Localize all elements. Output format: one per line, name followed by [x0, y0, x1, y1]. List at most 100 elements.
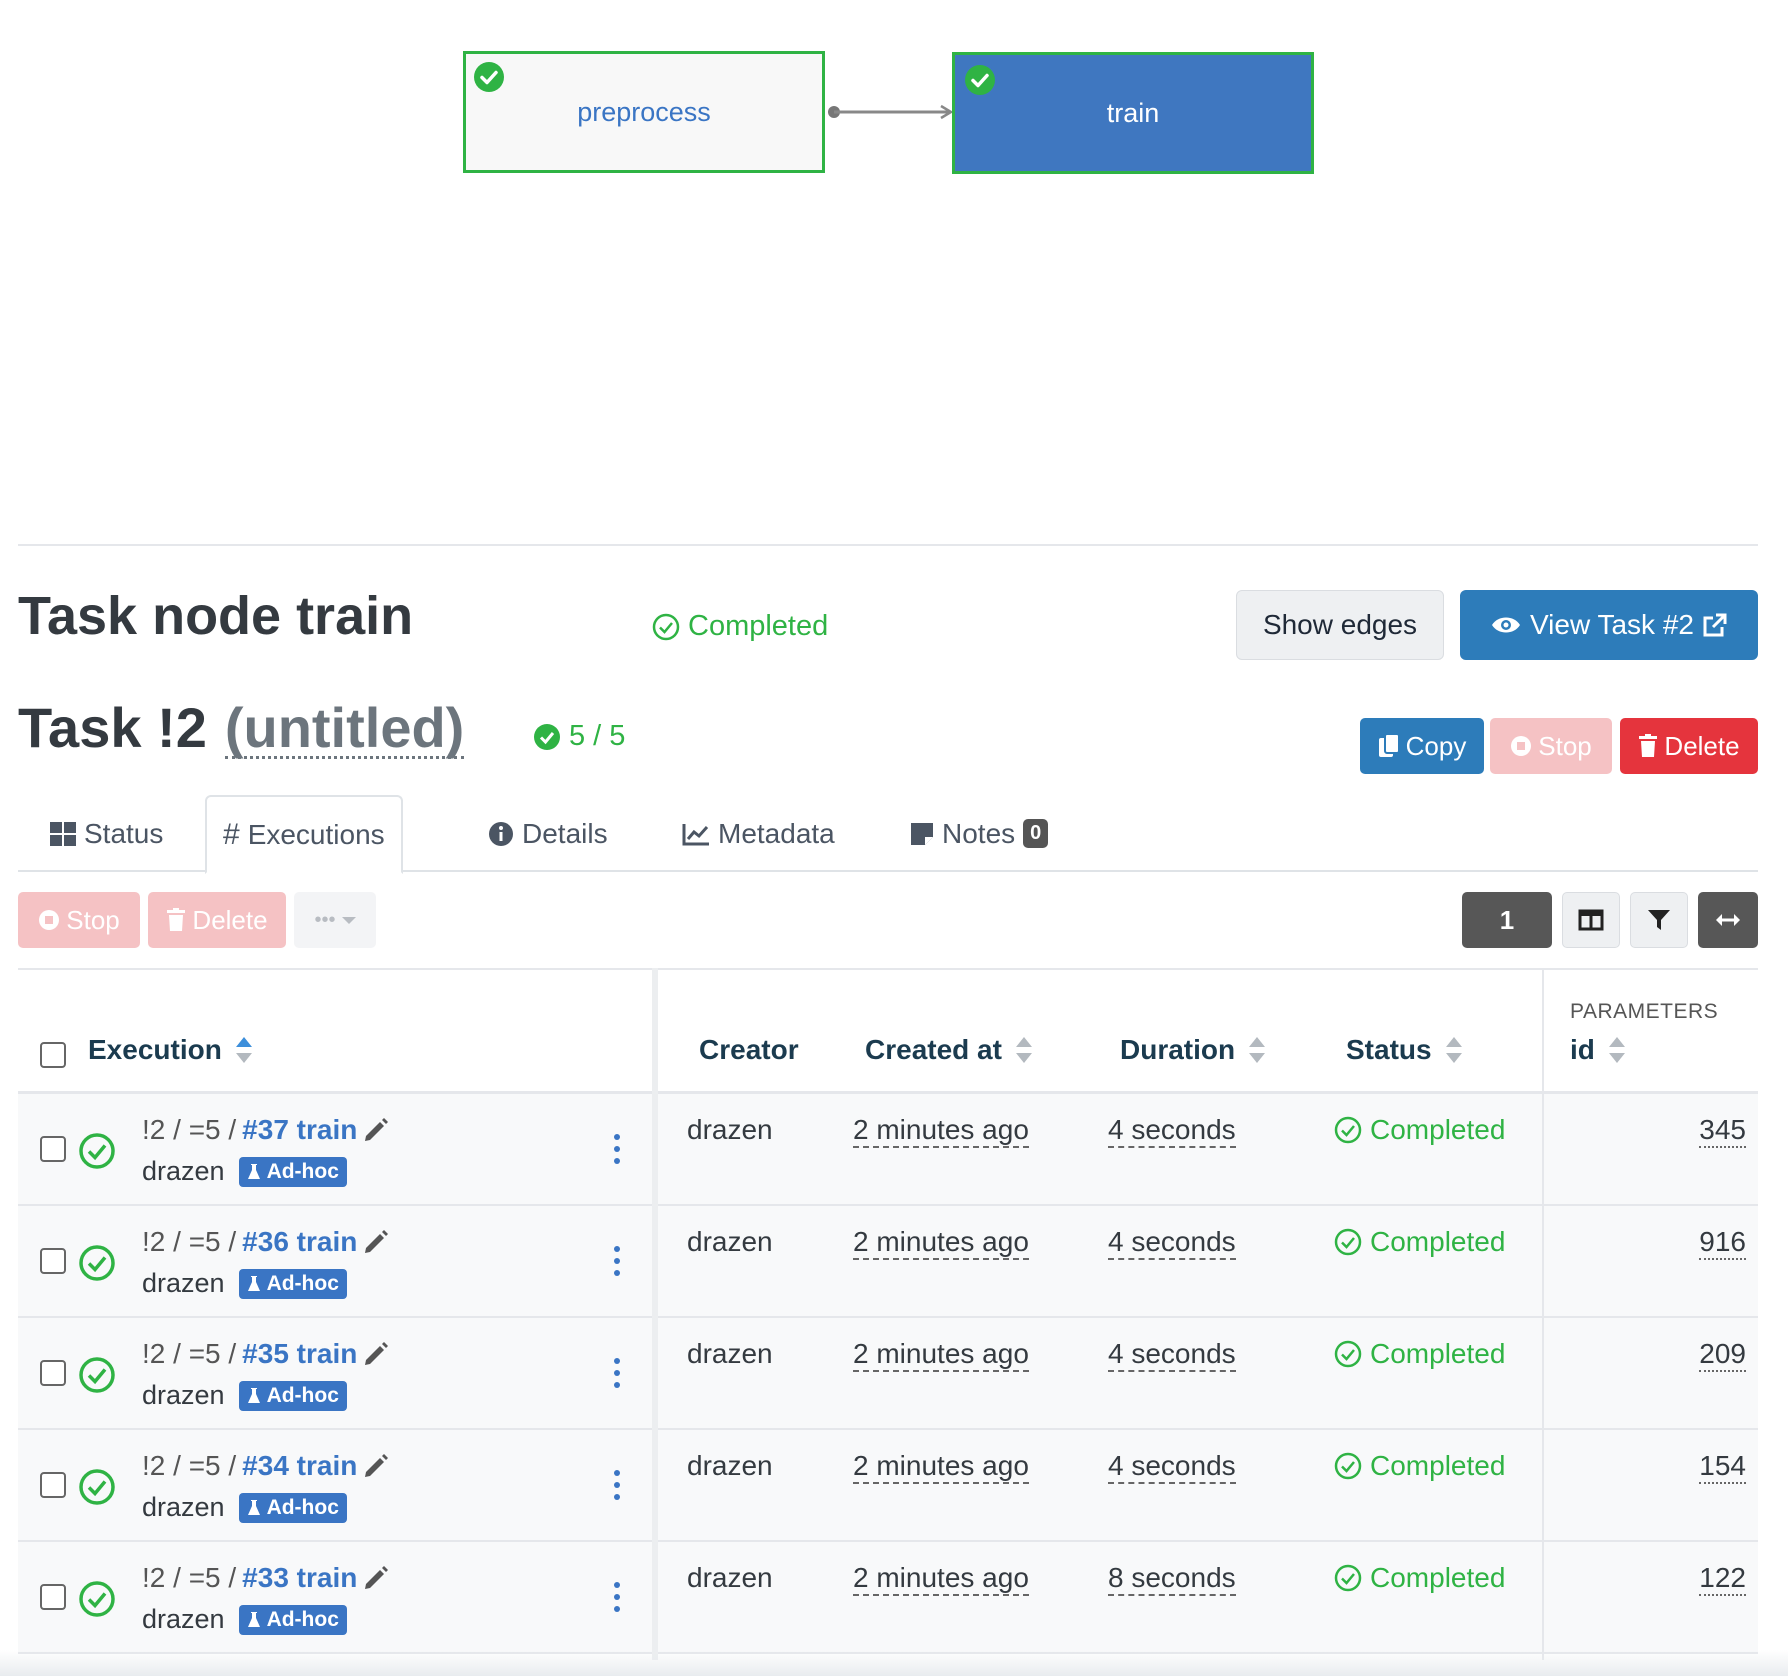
row-menu-icon[interactable]	[614, 1134, 620, 1164]
filter-button[interactable]	[1630, 892, 1688, 948]
notes-count-badge: 0	[1023, 819, 1049, 848]
copy-icon	[1378, 733, 1400, 757]
duration-cell: 4 seconds	[1108, 1338, 1236, 1372]
pencil-icon[interactable]	[363, 1565, 389, 1591]
pencil-icon[interactable]	[363, 1229, 389, 1255]
row-menu-icon[interactable]	[614, 1246, 620, 1276]
pencil-icon[interactable]	[363, 1117, 389, 1143]
columns-icon	[1578, 909, 1604, 931]
status-cell: Completed	[1334, 1114, 1505, 1146]
tab-notes[interactable]: Notes 0	[894, 795, 1064, 872]
stop-button[interactable]: Stop	[1490, 718, 1612, 774]
table-row[interactable]: !2 / =5 / #35 train drazen Ad-hoc drazen…	[18, 1318, 1758, 1430]
dag-node-train[interactable]: train	[952, 52, 1314, 174]
show-edges-button[interactable]: Show edges	[1236, 590, 1444, 660]
status-cell: Completed	[1334, 1226, 1505, 1258]
flask-icon	[247, 1499, 260, 1515]
execution-meta: drazen Ad-hoc	[142, 1380, 347, 1411]
param-id-cell[interactable]: 154	[1699, 1450, 1746, 1484]
tab-metadata[interactable]: Metadata	[666, 795, 851, 872]
bulk-stop-button[interactable]: Stop	[18, 892, 140, 948]
more-actions-button[interactable]: •••	[294, 892, 376, 948]
dag-node-preprocess[interactable]: preprocess	[463, 51, 825, 173]
view-task-button[interactable]: View Task #2	[1460, 590, 1758, 660]
table-row[interactable]: !2 / =5 / #34 train drazen Ad-hoc drazen…	[18, 1430, 1758, 1542]
header-created-at[interactable]: Created at	[865, 1034, 1032, 1066]
status-label: Completed	[1370, 1226, 1506, 1257]
row-menu-icon[interactable]	[614, 1582, 620, 1612]
created-at-cell: 2 minutes ago	[853, 1226, 1029, 1260]
pipeline-graph[interactable]: preprocess train	[0, 0, 1788, 545]
row-checkbox[interactable]	[40, 1248, 66, 1274]
table-row[interactable]: !2 / =5 / #36 train drazen Ad-hoc drazen…	[18, 1206, 1758, 1318]
execution-link[interactable]: #37 train	[242, 1114, 357, 1146]
page-button[interactable]: 1	[1462, 892, 1552, 948]
status-label: Completed	[1370, 1562, 1506, 1593]
execution-link[interactable]: #33 train	[242, 1562, 357, 1594]
sort-icon[interactable]	[1249, 1037, 1266, 1063]
param-id-cell[interactable]: 916	[1699, 1226, 1746, 1260]
row-checkbox[interactable]	[40, 1136, 66, 1162]
flask-icon	[247, 1163, 260, 1179]
adhoc-badge: Ad-hoc	[238, 1604, 347, 1635]
execution-prefix: !2 / =5 /	[142, 1562, 237, 1593]
delete-button[interactable]: Delete	[1620, 718, 1758, 774]
tab-details[interactable]: Details	[472, 795, 624, 872]
sort-icon[interactable]	[1445, 1037, 1462, 1063]
stop-circle-icon	[1511, 736, 1532, 756]
tab-executions[interactable]: # Executions	[205, 795, 403, 874]
execution-link[interactable]: #34 train	[242, 1450, 357, 1482]
task-name[interactable]: (untitled)	[224, 700, 465, 759]
check-circle-icon	[474, 62, 504, 92]
pencil-icon[interactable]	[363, 1341, 389, 1367]
table-row[interactable]: !2 / =5 / #37 train drazen Ad-hoc drazen…	[18, 1094, 1758, 1206]
header-status[interactable]: Status	[1346, 1034, 1462, 1066]
creator-cell: drazen	[687, 1450, 773, 1481]
execution-meta: drazen Ad-hoc	[142, 1604, 347, 1635]
columns-button[interactable]	[1562, 892, 1620, 948]
sort-icon[interactable]	[1015, 1037, 1032, 1063]
row-menu-icon[interactable]	[614, 1470, 620, 1500]
row-menu-icon[interactable]	[614, 1358, 620, 1388]
check-circle-outline-icon	[79, 1133, 115, 1169]
grid-icon	[50, 821, 76, 846]
duration-cell: 4 seconds	[1108, 1450, 1236, 1484]
copy-button[interactable]: Copy	[1360, 718, 1484, 774]
adhoc-label: Ad-hoc	[266, 1159, 339, 1183]
info-icon	[489, 821, 513, 846]
task-title: Task !2 (untitled)	[18, 695, 465, 760]
bulk-delete-label: Delete	[192, 904, 268, 935]
trash-icon	[167, 908, 186, 931]
execution-link[interactable]: #36 train	[242, 1226, 357, 1258]
execution-title: !2 / =5 / #37 train	[142, 1114, 389, 1146]
param-id-cell[interactable]: 209	[1699, 1338, 1746, 1372]
execution-prefix: !2 / =5 /	[142, 1338, 237, 1369]
select-all-checkbox[interactable]	[40, 1042, 66, 1068]
pencil-icon[interactable]	[363, 1453, 389, 1479]
header-label: Duration	[1120, 1034, 1236, 1065]
sort-icon[interactable]	[235, 1037, 252, 1063]
tab-status[interactable]: Status	[34, 795, 179, 872]
table-row[interactable]: !2 / =5 / #33 train drazen Ad-hoc drazen…	[18, 1542, 1758, 1654]
eye-icon	[1492, 617, 1521, 633]
header-id[interactable]: id	[1570, 1034, 1625, 1066]
check-circle-outline-icon	[1334, 1340, 1362, 1368]
row-checkbox[interactable]	[40, 1472, 66, 1498]
sort-icon[interactable]	[1608, 1037, 1625, 1063]
param-id-cell[interactable]: 122	[1699, 1562, 1746, 1596]
note-icon	[911, 822, 933, 845]
adhoc-label: Ad-hoc	[266, 1495, 339, 1519]
node-status: Completed	[652, 610, 828, 643]
execution-link[interactable]: #35 train	[242, 1338, 357, 1370]
row-checkbox[interactable]	[40, 1584, 66, 1610]
expand-width-button[interactable]	[1698, 892, 1758, 948]
execution-user: drazen	[142, 1380, 225, 1410]
check-circle-outline-icon	[1334, 1116, 1362, 1144]
row-checkbox[interactable]	[40, 1360, 66, 1386]
node-title: Task node train	[18, 586, 414, 646]
bulk-delete-button[interactable]: Delete	[148, 892, 286, 948]
check-circle-outline-icon	[79, 1357, 115, 1393]
header-duration[interactable]: Duration	[1120, 1034, 1266, 1066]
param-id-cell[interactable]: 345	[1699, 1114, 1746, 1148]
header-execution[interactable]: Execution	[88, 1034, 252, 1066]
